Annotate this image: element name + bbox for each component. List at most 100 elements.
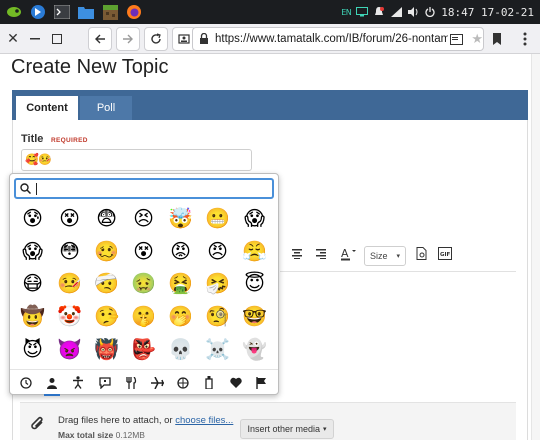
emoji-button[interactable]: 😬 [199,203,236,236]
kde-icon[interactable] [28,2,48,22]
emoji-button[interactable]: 🤫 [125,301,162,334]
emoji-button[interactable]: 🤮 [162,268,199,301]
page-scrollbar[interactable] [531,54,540,440]
emoji-button[interactable]: 😤 [236,236,273,269]
emoji-button[interactable]: 🤕 [88,268,125,301]
attachment-area[interactable]: Drag files here to attach, or choose fil… [20,402,516,440]
emoji-glyph: 😱 [22,240,43,263]
reload-button[interactable] [144,26,168,51]
editor-body[interactable] [280,271,516,391]
page-title: Create New Topic [11,56,169,78]
insert-media-button[interactable]: Insert other media ▾ [240,419,334,439]
gif-icon[interactable]: GIF [438,247,452,263]
align-center-icon[interactable] [292,249,302,262]
emoji-button[interactable]: 🤡 [51,301,88,334]
category-objects[interactable] [199,373,219,393]
browser-toolbar: ✕ https://www.tamatalk.com/IB/forum/26-n… [0,24,540,54]
emoji-button[interactable]: 🤭 [162,301,199,334]
emoji-button[interactable]: 🤠 [14,301,51,334]
power-icon[interactable] [424,6,436,18]
forward-button[interactable] [116,26,140,51]
choose-files-link[interactable]: choose files... [175,415,233,426]
emoji-button[interactable]: 🤓 [236,301,273,334]
emoji-search-input[interactable] [14,178,274,199]
clock[interactable]: 18:47 17-02-21 [441,6,534,19]
emoji-button[interactable]: 🤧 [199,268,236,301]
emoji-button[interactable]: ☠️ [199,333,236,366]
caret-down-icon: ▾ [323,426,327,433]
tab-poll[interactable]: Poll [80,96,132,120]
emoji-button[interactable]: 👹 [88,333,125,366]
emoji-button[interactable]: 😣 [125,203,162,236]
tab-content[interactable]: Content [16,96,78,120]
emoji-button[interactable]: 😈 [14,333,51,366]
category-food[interactable] [121,373,141,393]
category-people[interactable] [42,373,62,396]
category-symbols[interactable] [95,373,115,393]
emoji-button[interactable]: 😱 [236,203,273,236]
activity-icon [177,376,189,389]
emoji-button[interactable]: 😵 [125,236,162,269]
title-input[interactable]: 🥰 🤒 [21,149,252,171]
category-symbols-heart[interactable] [226,373,246,393]
network-icon[interactable] [390,6,402,18]
emoji-button[interactable]: 😰 [14,203,51,236]
preview-icon[interactable] [416,247,428,263]
keyboard-layout-badge[interactable]: EN [341,8,352,17]
category-recent[interactable] [16,373,36,393]
emoji-glyph: 😤 [242,240,267,263]
minecraft-icon[interactable] [100,2,120,22]
emoji-glyph: 😵 [59,208,80,231]
emoji-button[interactable]: 😠 [199,236,236,269]
emoji-button[interactable]: 💀 [162,333,199,366]
category-flags[interactable] [252,373,272,393]
url-bar[interactable]: https://www.tamatalk.com/IB/forum/26-non… [192,27,484,51]
emoji-button[interactable]: 😳 [51,236,88,269]
category-activity[interactable] [173,373,193,393]
emoji-button[interactable]: 👻 [236,333,273,366]
emoji-button[interactable]: 😵 [51,203,88,236]
arrow-left-icon [95,34,105,43]
emoji-button[interactable]: 😡 [162,236,199,269]
minimize-icon[interactable] [24,28,46,50]
emoji-button[interactable]: 🤒 [51,268,88,301]
emoji-button[interactable]: 🧐 [199,301,236,334]
display-icon[interactable] [356,6,369,18]
emoji-glyph: 🤡 [57,306,82,329]
font-size-select[interactable]: Size ▾ [364,246,406,266]
firefox-icon[interactable] [124,2,144,22]
close-icon[interactable]: ✕ [2,28,24,50]
category-body[interactable] [68,373,88,393]
emoji-button[interactable]: 👺 [125,333,162,366]
title-label: Title [21,133,44,145]
emoji-button[interactable]: 😇 [236,268,273,301]
star-icon[interactable]: ★ [471,32,483,47]
volume-icon[interactable] [407,6,419,18]
back-button[interactable] [88,26,112,51]
font-color-icon[interactable]: A [340,247,356,264]
emoji-glyph: 🤒 [57,273,82,296]
opensuse-icon[interactable] [4,2,24,22]
max-size-label: Max total size [58,430,114,440]
emoji-button[interactable]: 🤯 [162,203,199,236]
emoji-button[interactable]: 🥴 [88,236,125,269]
menu-button[interactable] [514,28,536,50]
bookmarks-button[interactable] [486,28,508,50]
files-icon[interactable] [76,2,96,22]
reader-icon [178,33,190,44]
emoji-button[interactable]: 😨 [88,203,125,236]
category-travel[interactable] [147,373,167,393]
align-right-icon[interactable] [316,249,326,262]
speech-icon [99,376,111,389]
emoji-button[interactable]: 🤥 [88,301,125,334]
emoji-button[interactable]: 🤢 [125,268,162,301]
emoji-button[interactable]: 😱 [14,236,51,269]
terminal-icon[interactable] [52,2,72,22]
reader-view-icon[interactable] [450,33,464,45]
emoji-button[interactable]: 😷 [14,268,51,301]
search-icon [20,183,31,194]
editor-tab-bar: Content Poll [12,90,528,120]
notification-icon[interactable] [373,6,385,18]
maximize-icon[interactable] [46,28,68,50]
emoji-button[interactable]: 👿 [51,333,88,366]
